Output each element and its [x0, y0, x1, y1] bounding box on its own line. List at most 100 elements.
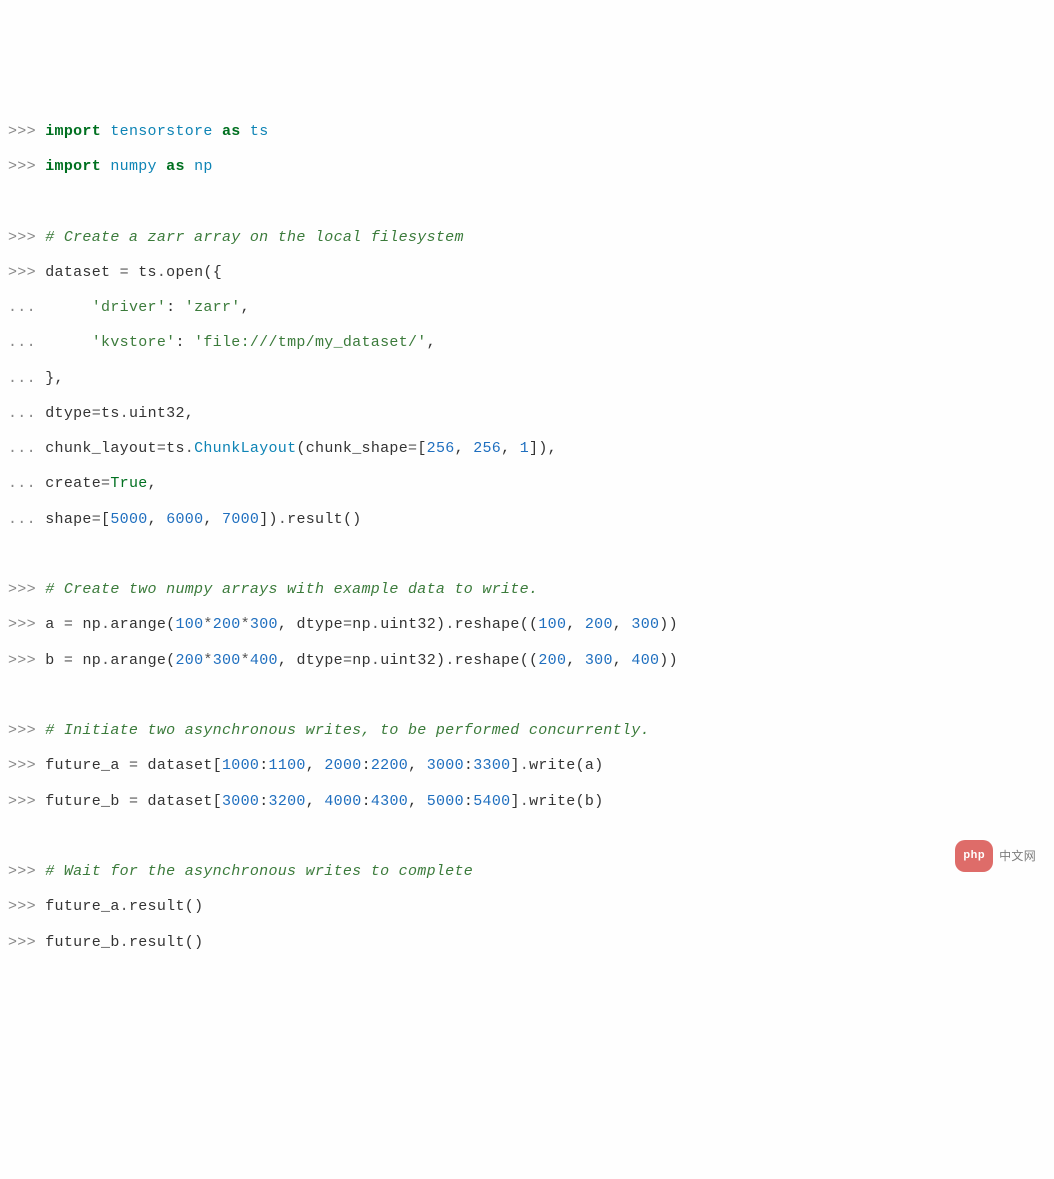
token: 2000 — [324, 757, 361, 774]
token: True — [110, 475, 147, 492]
token: )) — [659, 652, 678, 669]
code-line: >>> future_b.result() — [8, 925, 1046, 960]
token — [157, 158, 166, 175]
token: 'zarr' — [185, 299, 241, 316]
token: dtype — [296, 652, 343, 669]
token: 4000 — [324, 793, 361, 810]
code-line: >>> # Initiate two asynchronous writes, … — [8, 713, 1046, 748]
token: : — [259, 757, 268, 774]
token: b — [45, 652, 64, 669]
token: , — [278, 616, 297, 633]
token: , — [427, 334, 436, 351]
token: = — [343, 616, 352, 633]
token: 200 — [538, 652, 566, 669]
token: = — [157, 440, 166, 457]
prompt-continuation: ... — [8, 405, 45, 422]
token: ({ — [203, 264, 222, 281]
token: (( — [520, 652, 539, 669]
token: : — [362, 757, 371, 774]
token: [ — [213, 793, 222, 810]
token: np — [352, 616, 371, 633]
token: uint32 — [380, 616, 436, 633]
watermark-pill: php — [955, 840, 993, 872]
token: 3300 — [473, 757, 510, 774]
code-line: >>> future_a.result() — [8, 889, 1046, 924]
prompt-primary: >>> — [8, 616, 45, 633]
token: . — [371, 616, 380, 633]
prompt-primary: >>> — [8, 229, 45, 246]
token: , — [566, 652, 585, 669]
token: . — [157, 264, 166, 281]
token: np — [73, 616, 101, 633]
token: uint32 — [380, 652, 436, 669]
token: = — [101, 475, 110, 492]
token: . — [185, 440, 194, 457]
prompt-primary: >>> — [8, 722, 45, 739]
token: 4300 — [371, 793, 408, 810]
token: result — [129, 934, 185, 951]
token: , — [185, 405, 194, 422]
prompt-primary: >>> — [8, 581, 45, 598]
token: 1 — [520, 440, 529, 457]
code-line: >>> b = np.arange(200*300*400, dtype=np.… — [8, 643, 1046, 678]
code-line: ... create=True, — [8, 466, 1046, 501]
token: 3000 — [427, 757, 464, 774]
token: ]) — [259, 511, 278, 528]
token: tensorstore — [110, 123, 212, 140]
prompt-primary: >>> — [8, 898, 45, 915]
token: 300 — [631, 616, 659, 633]
watermark-text: 中文网 — [999, 842, 1036, 870]
token: * — [241, 616, 250, 633]
token: result — [287, 511, 343, 528]
token: , — [203, 511, 222, 528]
prompt-primary: >>> — [8, 652, 45, 669]
token: arange — [110, 652, 166, 669]
token: : — [166, 299, 185, 316]
token: 200 — [585, 616, 613, 633]
token: import — [45, 123, 101, 140]
token: as — [166, 158, 185, 175]
token — [101, 158, 110, 175]
token: np — [352, 652, 371, 669]
token: ) — [594, 793, 603, 810]
prompt-primary: >>> — [8, 757, 45, 774]
token: ) — [594, 757, 603, 774]
token: = — [408, 440, 417, 457]
token: future_b — [45, 793, 129, 810]
token: 1000 — [222, 757, 259, 774]
token: = — [64, 652, 73, 669]
token: future_a — [45, 757, 129, 774]
code-line: ... 'kvstore': 'file:///tmp/my_dataset/'… — [8, 325, 1046, 360]
token: = — [129, 757, 138, 774]
token: . — [520, 793, 529, 810]
token: () — [185, 934, 204, 951]
token: , — [613, 652, 632, 669]
token: = — [64, 616, 73, 633]
watermark: php 中文网 — [955, 840, 1036, 872]
token: ( — [296, 440, 305, 457]
token: ]), — [529, 440, 557, 457]
token: chunk_layout — [45, 440, 157, 457]
token: b — [585, 793, 594, 810]
token: , — [148, 511, 167, 528]
token: [ — [417, 440, 426, 457]
token: , — [306, 757, 325, 774]
token: np — [194, 158, 213, 175]
token: , — [408, 793, 427, 810]
token: 7000 — [222, 511, 259, 528]
prompt-continuation: ... — [8, 440, 45, 457]
token: , — [148, 475, 157, 492]
token: (( — [520, 616, 539, 633]
token: uint32 — [129, 405, 185, 422]
token: ts — [250, 123, 269, 140]
token: . — [445, 616, 454, 633]
token: 1100 — [269, 757, 306, 774]
token: a — [45, 616, 64, 633]
code-line: ... }, — [8, 361, 1046, 396]
token: * — [241, 652, 250, 669]
token: , — [306, 793, 325, 810]
token — [213, 123, 222, 140]
token: # Create a zarr array on the local files… — [45, 229, 464, 246]
token: result — [129, 898, 185, 915]
token: ) — [436, 652, 445, 669]
